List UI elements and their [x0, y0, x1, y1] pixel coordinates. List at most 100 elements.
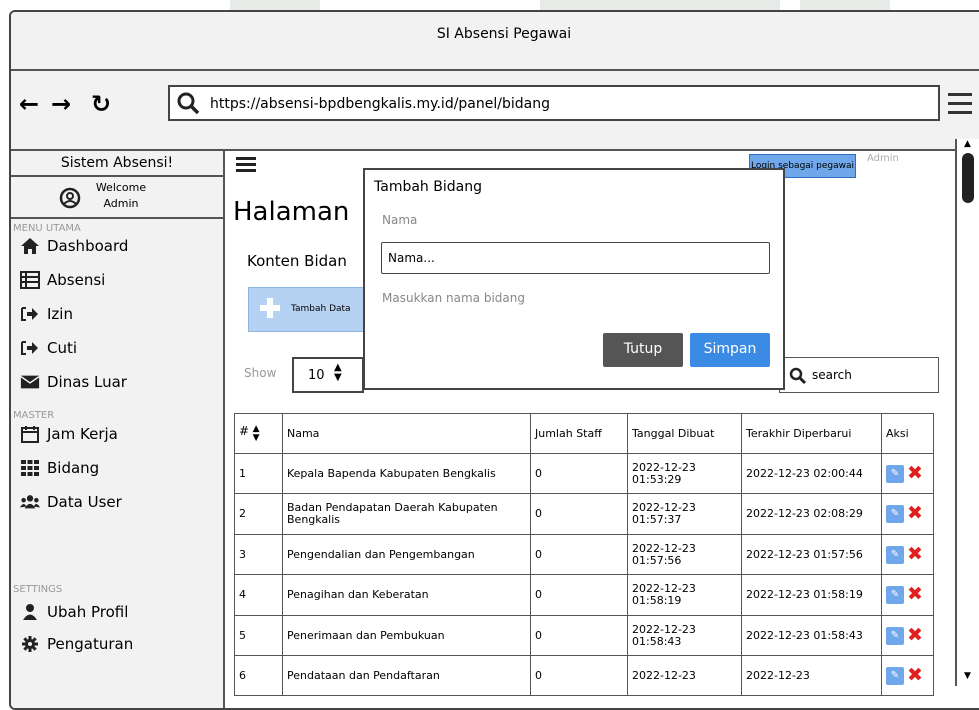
- vertical-scrollbar[interactable]: ▲ ▼: [955, 139, 979, 686]
- cell-diperbarui: 2022-12-23: [741, 655, 882, 696]
- sidebar-item-absensi[interactable]: Absensi: [20, 271, 105, 289]
- cell-dibuat: 2022-12-23 01:57:37: [627, 493, 742, 535]
- delete-icon[interactable]: ✖: [907, 625, 923, 644]
- scrollbar-thumb[interactable]: [962, 153, 974, 203]
- welcome-text: Welcome Admin: [81, 180, 161, 212]
- cell-aksi: ✎ ✖: [881, 615, 934, 656]
- modal-title: Tambah Bidang: [374, 179, 482, 195]
- close-button[interactable]: Tutup: [603, 333, 683, 367]
- page-title: Halaman: [233, 197, 350, 227]
- cell-aksi: ✎ ✖: [881, 493, 934, 535]
- cell-aksi: ✎ ✖: [881, 655, 934, 696]
- name-field-label: Nama: [382, 213, 418, 227]
- cell-nama: Badan Pendapatan Daerah Kabupaten Bengka…: [282, 493, 531, 535]
- sidebar-item-label: Data User: [47, 493, 122, 511]
- cell-diperbarui: 2022-12-23 02:08:29: [741, 493, 882, 535]
- delete-icon[interactable]: ✖: [907, 585, 923, 604]
- cell-jumlah: 0: [530, 655, 628, 696]
- sidebar-item-jam-kerja[interactable]: Jam Kerja: [20, 425, 118, 443]
- address-bar[interactable]: https://absensi-bpdbengkalis.my.id/panel…: [168, 85, 940, 121]
- column-header-terakhir-diperbarui[interactable]: Terakhir Diperbarui: [741, 413, 882, 454]
- name-help-text: Masukkan nama bidang: [382, 291, 525, 305]
- search-icon: [789, 367, 807, 385]
- edit-icon[interactable]: ✎: [886, 464, 904, 483]
- cell-dibuat: 2022-12-23 01:58:43: [627, 615, 742, 656]
- scroll-down-icon[interactable]: ▼: [964, 671, 971, 681]
- sidebar-item-dinas-luar[interactable]: Dinas Luar: [20, 373, 127, 391]
- gear-icon: [20, 635, 40, 653]
- menu-section-main: MENU UTAMA: [13, 223, 81, 234]
- cell-aksi: ✎ ✖: [881, 574, 934, 616]
- show-label: Show: [244, 366, 277, 380]
- delete-icon[interactable]: ✖: [907, 463, 923, 482]
- cell-number: 4: [234, 574, 283, 616]
- sign-in-icon: [20, 339, 40, 357]
- sidebar-item-label: Jam Kerja: [47, 425, 118, 443]
- table-row: 4 Penagihan dan Keberatan 0 2022-12-23 0…: [234, 574, 934, 616]
- add-data-label: Tambah Data: [291, 304, 351, 314]
- cell-dibuat: 2022-12-23: [627, 655, 742, 696]
- url-text: https://absensi-bpdbengkalis.my.id/panel…: [210, 96, 550, 112]
- column-header-tanggal-dibuat[interactable]: Tanggal Dibuat: [627, 413, 742, 454]
- edit-icon[interactable]: ✎: [886, 586, 904, 604]
- sidebar-item-dashboard[interactable]: Dashboard: [20, 237, 128, 255]
- sidebar-item-label: Dinas Luar: [47, 373, 127, 391]
- search-field[interactable]: search: [779, 357, 939, 393]
- welcome-username: Admin: [103, 197, 139, 210]
- cell-jumlah: 0: [530, 615, 628, 656]
- page-size-value: 10: [308, 368, 325, 383]
- table-row: 5 Penerimaan dan Pembukuan 0 2022-12-23 …: [234, 615, 934, 656]
- column-header-jumlah-staff[interactable]: Jumlah Staff: [530, 413, 628, 454]
- add-data-button[interactable]: Tambah Data: [248, 287, 378, 332]
- reload-icon[interactable]: ↻: [91, 89, 111, 119]
- edit-icon[interactable]: ✎: [886, 666, 904, 685]
- save-button[interactable]: Simpan: [690, 333, 770, 367]
- list-icon: [20, 271, 40, 289]
- bidang-table: # ▲ ▼ Nama Jumlah Staff Tanggal Dibuat Te…: [234, 413, 934, 696]
- back-arrow-icon[interactable]: ←: [19, 89, 39, 119]
- stepper-arrows-icon[interactable]: ▲ ▼: [334, 363, 342, 383]
- edit-icon[interactable]: ✎: [886, 626, 904, 645]
- calendar-icon: [20, 425, 40, 443]
- browser-menu-icon[interactable]: [948, 91, 978, 117]
- sidebar-item-bidang[interactable]: Bidang: [20, 459, 99, 477]
- welcome-panel: Welcome Admin: [11, 177, 223, 219]
- users-icon: [20, 493, 40, 511]
- grid-icon: [20, 459, 40, 477]
- table-row: 2 Badan Pendapatan Daerah Kabupaten Beng…: [234, 493, 934, 535]
- table-row: 6 Pendataan dan Pendaftaran 0 2022-12-23…: [234, 655, 934, 696]
- sidebar-item-cuti[interactable]: Cuti: [20, 339, 77, 357]
- delete-icon[interactable]: ✖: [907, 665, 923, 684]
- cell-jumlah: 0: [530, 534, 628, 575]
- column-header-nama[interactable]: Nama: [282, 413, 531, 454]
- edit-icon[interactable]: ✎: [886, 505, 904, 523]
- cell-number: 2: [234, 493, 283, 535]
- name-input[interactable]: Nama...: [381, 242, 770, 274]
- page-size-stepper[interactable]: 10 ▲ ▼: [292, 357, 364, 393]
- role-label: Admin: [867, 153, 899, 164]
- cell-number: 1: [234, 453, 283, 494]
- cell-number: 3: [234, 534, 283, 575]
- cell-dibuat: 2022-12-23 01:58:19: [627, 574, 742, 616]
- sidebar-item-label: Absensi: [47, 271, 106, 289]
- search-placeholder: search: [812, 368, 852, 382]
- sidebar-item-izin[interactable]: Izin: [20, 305, 73, 323]
- delete-icon[interactable]: ✖: [907, 504, 923, 523]
- delete-icon[interactable]: ✖: [907, 544, 923, 563]
- sort-icon[interactable]: ▲ ▼: [253, 424, 260, 443]
- sidebar-item-pengaturan[interactable]: Pengaturan: [20, 635, 133, 653]
- scroll-up-icon[interactable]: ▲: [964, 139, 971, 149]
- cell-number: 6: [234, 655, 283, 696]
- cell-nama: Pendataan dan Pendaftaran: [282, 655, 531, 696]
- sidebar-item-label: Ubah Profil: [47, 603, 129, 621]
- cell-nama: Penagihan dan Keberatan: [282, 574, 531, 616]
- sidebar-item-label: Bidang: [47, 459, 100, 477]
- menu-toggle-icon[interactable]: [236, 157, 256, 173]
- sidebar-item-ubah-profil[interactable]: Ubah Profil: [20, 603, 128, 621]
- app-brand: Sistem Absensi!: [11, 151, 223, 177]
- cell-nama: Pengendalian dan Pengembangan: [282, 534, 531, 575]
- sidebar-item-data-user[interactable]: Data User: [20, 493, 122, 511]
- column-header-number[interactable]: # ▲ ▼: [234, 413, 283, 454]
- forward-arrow-icon[interactable]: →: [51, 89, 71, 119]
- edit-icon[interactable]: ✎: [886, 545, 904, 564]
